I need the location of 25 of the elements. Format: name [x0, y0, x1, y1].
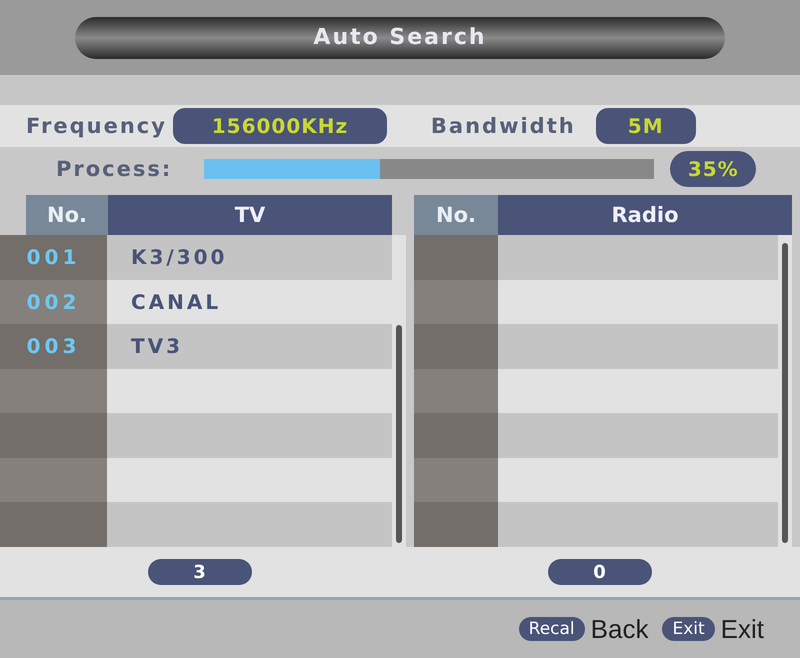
column-header: No. — [414, 195, 498, 235]
process-label: Process: — [56, 157, 172, 181]
key-hint-label: Back — [590, 614, 648, 644]
channel-count: 3 — [148, 559, 252, 585]
progress-reading: 35% — [670, 151, 756, 187]
channel-name-cell[interactable]: TV3 — [107, 324, 392, 369]
frequency-label: Frequency — [26, 114, 167, 138]
screen-title: Auto Search — [75, 16, 725, 58]
channel-number-cell: 001 — [0, 235, 107, 280]
column-header: TV — [108, 195, 392, 235]
scrollbar-thumb[interactable] — [396, 325, 402, 543]
bandwidth-label: Bandwidth — [430, 114, 576, 138]
remote-key-button[interactable]: Recal — [518, 617, 585, 641]
channel-number-cell: 003 — [0, 324, 107, 369]
frequency-value: 156000KHz — [172, 108, 387, 144]
column-header: No. — [26, 195, 108, 235]
channel-name-cell[interactable]: CANAL — [107, 280, 392, 324]
channel-count: 0 — [548, 559, 652, 585]
channel-name-cell[interactable]: K3/300 — [107, 235, 392, 280]
channel-number-cell: 002 — [0, 280, 107, 324]
column-header: Radio — [498, 195, 792, 235]
bandwidth-value: 5M — [596, 108, 696, 144]
remote-key-button[interactable]: Exit — [662, 617, 715, 641]
scrollbar-thumb[interactable] — [782, 243, 788, 543]
key-hint-label: Exit — [720, 614, 764, 644]
